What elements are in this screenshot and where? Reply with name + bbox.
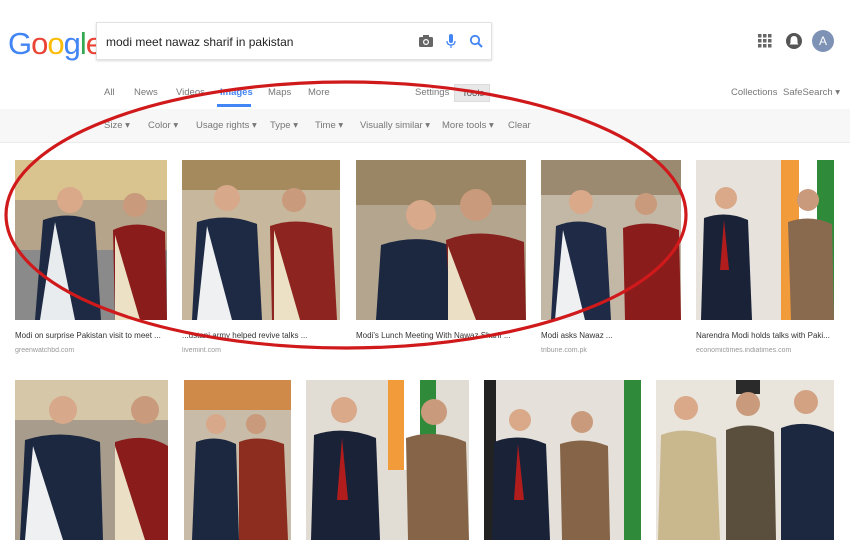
google-logo[interactable]: Google (8, 26, 103, 62)
result-source: tribune.com.pk (541, 347, 587, 354)
logo-letter: o (47, 26, 64, 61)
tool-size[interactable]: Size ▾ (104, 120, 130, 131)
result-caption[interactable]: Modi's Lunch Meeting With Nawaz Sharif .… (356, 331, 526, 340)
image-result[interactable] (696, 160, 834, 320)
image-result[interactable] (15, 380, 168, 540)
search-box[interactable]: modi meet nawaz sharif in pakistan (96, 22, 492, 60)
tool-color[interactable]: Color ▾ (148, 120, 178, 131)
result-source: economictimes.indiatimes.com (696, 347, 792, 354)
tool-visually-similar-label: Visually similar (360, 120, 423, 131)
image-result[interactable] (182, 160, 340, 320)
result-caption[interactable]: ...ustani army helped revive talks ... (182, 331, 340, 340)
tools-button[interactable]: Tools (454, 84, 490, 102)
tab-videos[interactable]: Videos (176, 87, 205, 98)
tool-usage-rights-label: Usage rights (196, 120, 250, 131)
logo-letter: o (31, 26, 48, 61)
tool-color-label: Color (148, 120, 171, 131)
image-result[interactable] (356, 160, 526, 320)
result-source: greenwatchbd.com (15, 347, 75, 354)
image-result[interactable] (15, 160, 167, 320)
apps-grid-icon[interactable] (758, 34, 772, 48)
tool-more-tools[interactable]: More tools ▾ (442, 120, 494, 131)
tab-more[interactable]: More (308, 87, 330, 98)
tab-news[interactable]: News (134, 87, 158, 98)
result-caption[interactable]: Modi asks Nawaz ... (541, 331, 681, 340)
tool-usage-rights[interactable]: Usage rights ▾ (196, 120, 257, 131)
image-result[interactable] (541, 160, 681, 320)
tool-visually-similar[interactable]: Visually similar ▾ (360, 120, 430, 131)
tools-label: Tools (462, 88, 485, 99)
tool-time-label: Time (315, 120, 336, 131)
tool-type[interactable]: Type ▾ (270, 120, 298, 131)
image-result[interactable] (656, 380, 834, 540)
result-caption[interactable]: Modi on surprise Pakistan visit to meet … (15, 331, 167, 340)
logo-letter: g (63, 26, 81, 61)
image-result[interactable] (184, 380, 291, 540)
active-tab-indicator (217, 104, 251, 107)
safesearch-label: SafeSearch (783, 87, 833, 98)
result-source: livemint.com (182, 347, 221, 354)
tool-more-tools-label: More tools (442, 120, 487, 131)
tool-type-label: Type (270, 120, 291, 131)
avatar[interactable]: A (812, 30, 834, 52)
tool-clear[interactable]: Clear (508, 120, 531, 131)
image-result[interactable] (306, 380, 469, 540)
logo-letter: G (8, 26, 32, 61)
result-caption[interactable]: Narendra Modi holds talks with Paki... (696, 331, 834, 340)
microphone-icon[interactable] (442, 32, 460, 50)
tab-maps[interactable]: Maps (268, 87, 291, 98)
safesearch-dropdown[interactable]: SafeSearch ▾ (783, 87, 840, 98)
tab-all[interactable]: All (104, 87, 115, 98)
camera-icon[interactable] (417, 32, 435, 50)
collections-link[interactable]: Collections (731, 87, 777, 98)
tool-time[interactable]: Time ▾ (315, 120, 343, 131)
notifications-icon[interactable] (785, 32, 803, 50)
settings-link[interactable]: Settings (415, 87, 449, 98)
avatar-letter: A (818, 34, 827, 48)
search-icon[interactable] (467, 32, 485, 50)
image-result[interactable] (484, 380, 641, 540)
tool-size-label: Size (104, 120, 123, 131)
tab-images[interactable]: Images (220, 87, 253, 98)
search-input[interactable]: modi meet nawaz sharif in pakistan (106, 35, 293, 49)
